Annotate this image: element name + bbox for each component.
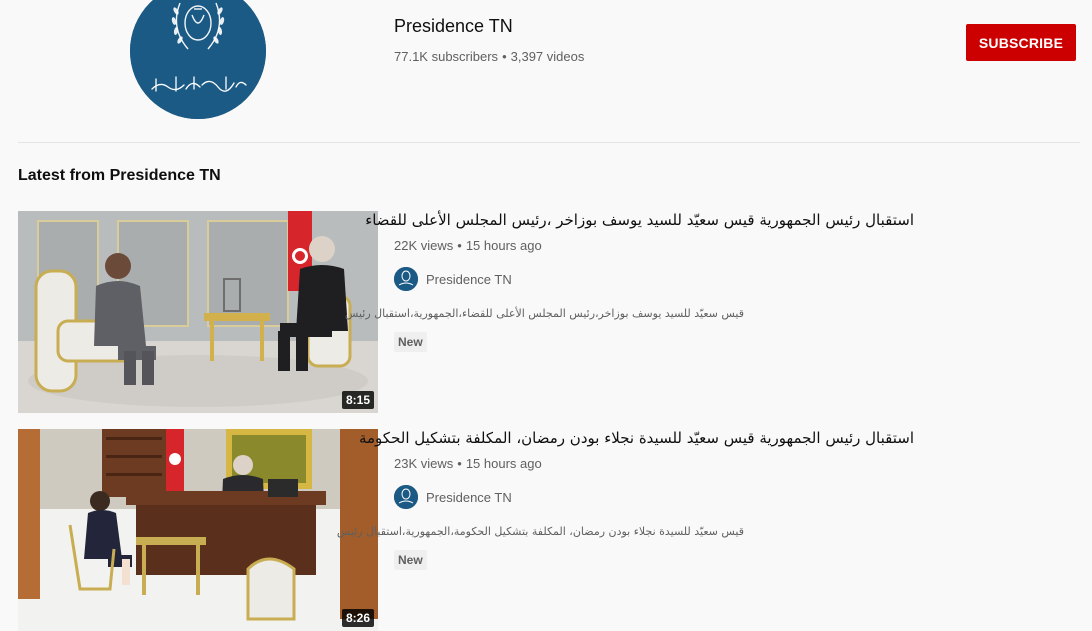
video-title[interactable]: استقبال رئيس الجمهورية قيس سعيّد للسيدة … [359, 429, 914, 447]
channel-avatar-small[interactable] [394, 267, 418, 291]
channel-name[interactable]: Presidence TN [394, 16, 513, 37]
video-duration: 8:15 [341, 391, 374, 409]
view-count: 22K views [394, 238, 454, 253]
channel-header: Presidence TN 77.1K subscribers • 3,397 vi… [0, 0, 1092, 142]
upload-age: 15 hours ago [465, 456, 542, 471]
video-channel[interactable]: Presidence TN [394, 267, 512, 291]
meta-separator: • [502, 49, 507, 64]
channel-meta: 77.1K subscribers • 3,397 videos [394, 49, 584, 64]
new-badge: New [394, 550, 427, 570]
meta-separator: • [457, 456, 462, 471]
video-channel-name[interactable]: Presidence TN [426, 490, 512, 505]
video-item[interactable]: 8:15 استقبال رئيس الجمهورية قيس سعيّد لل… [18, 211, 1092, 413]
video-count: 3,397 videos [510, 49, 585, 64]
new-badge: New [394, 332, 427, 352]
video-meta: 22K views • 15 hours ago [394, 238, 542, 253]
upload-age: 15 hours ago [465, 238, 542, 253]
video-meta: 23K views • 15 hours ago [394, 456, 542, 471]
video-thumbnail[interactable]: 8:26 [18, 429, 378, 631]
channel-avatar-small[interactable] [394, 485, 418, 509]
presidency-emblem-icon [394, 267, 418, 291]
video-title[interactable]: استقبال رئيس الجمهورية قيس سعيّد للسيد ي… [365, 211, 914, 229]
subscriber-count: 77.1K subscribers [394, 49, 499, 64]
section-title[interactable]: Latest from Presidence TN [18, 167, 221, 185]
presidency-emblem-icon [394, 485, 418, 509]
video-thumbnail[interactable]: 8:15 [18, 211, 378, 413]
subscribe-button[interactable]: SUBSCRIBE [966, 24, 1076, 61]
video-item[interactable]: 8:26 استقبال رئيس الجمهورية قيس سعيّد لل… [18, 429, 1092, 631]
video-channel[interactable]: Presidence TN [394, 485, 512, 509]
video-duration: 8:26 [341, 609, 374, 627]
presidency-emblem-icon [130, 0, 266, 119]
view-count: 23K views [394, 456, 454, 471]
thumbnail-image [18, 211, 378, 413]
header-divider [18, 142, 1080, 143]
channel-avatar[interactable] [130, 0, 266, 119]
video-description: قيس سعيّد للسيد يوسف بوزاخر،رئيس المجلس … [344, 307, 744, 320]
video-description: قيس سعيّد للسيدة نجلاء بودن رمضان، المكل… [336, 525, 744, 538]
video-channel-name[interactable]: Presidence TN [426, 272, 512, 287]
meta-separator: • [457, 238, 462, 253]
thumbnail-image [18, 429, 378, 631]
